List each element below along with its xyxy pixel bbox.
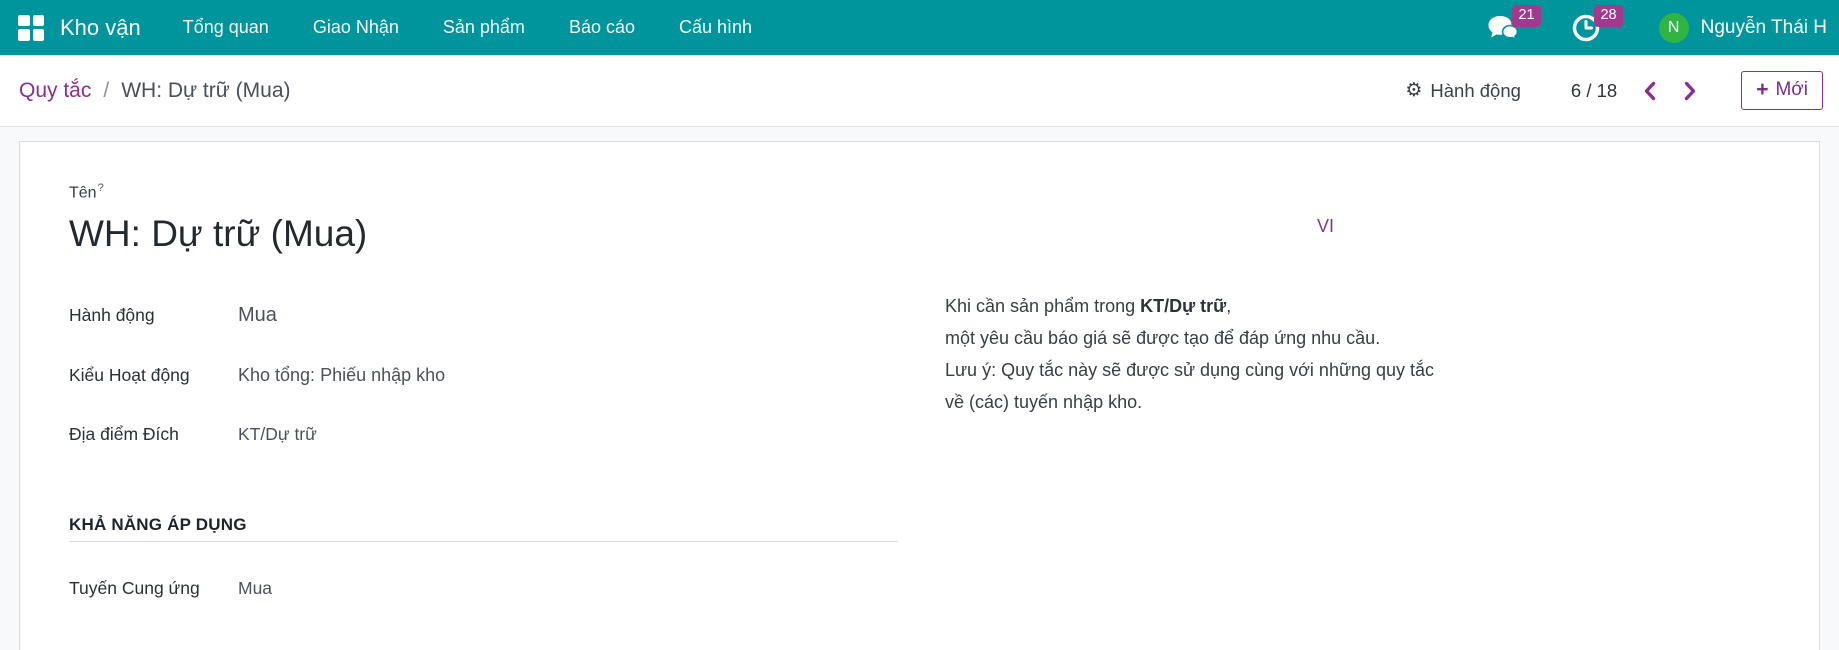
control-panel: Quy tắc / WH: Dự trữ (Mua) ⚙ Hành động 6… bbox=[0, 55, 1839, 127]
rule-description-intro: Khi cần sản phẩm trong KT/Dự trữ, bbox=[945, 296, 1232, 316]
pager-next-icon[interactable] bbox=[1684, 81, 1697, 101]
field-group-left: Hành động Mua Kiểu Hoạt động Kho tổng: P… bbox=[69, 304, 1819, 445]
applicability-section-title: KHẢ NĂNG ÁP DỤNG bbox=[69, 515, 247, 535]
messages-button[interactable]: 21 bbox=[1487, 3, 1541, 52]
user-name: Nguyễn Thái H bbox=[1700, 16, 1827, 38]
name-field-label: Tên? bbox=[69, 182, 104, 202]
field-label-route: Tuyến Cung ứng bbox=[69, 578, 200, 599]
activities-badge: 28 bbox=[1594, 5, 1623, 27]
rule-description-note-line2: về (các) tuyến nhập kho. bbox=[945, 392, 1143, 412]
breadcrumb: Quy tắc / WH: Dự trữ (Mua) bbox=[19, 79, 291, 103]
menu-item-bao-cao[interactable]: Báo cáo bbox=[569, 17, 635, 38]
activities-button[interactable]: 28 bbox=[1571, 3, 1623, 52]
field-value-destination-location[interactable]: KT/Dự trữ bbox=[238, 424, 317, 445]
plus-icon: + bbox=[1756, 77, 1769, 101]
menu-item-cau-hinh[interactable]: Cấu hình bbox=[679, 17, 752, 38]
menu-item-giao-nhan[interactable]: Giao Nhận bbox=[313, 17, 399, 38]
menu-item-san-pham[interactable]: Sản phẩm bbox=[443, 17, 525, 38]
field-value-operation-type[interactable]: Kho tổng: Phiếu nhập kho bbox=[238, 365, 445, 386]
content-area: Tên? WH: Dự trữ (Mua) Hành động Mua Kiểu… bbox=[0, 127, 1839, 650]
field-label-operation-type: Kiểu Hoạt động bbox=[69, 365, 190, 386]
field-row-route: Tuyến Cung ứng Mua bbox=[69, 578, 1819, 599]
help-icon: ? bbox=[97, 182, 104, 194]
gear-icon: ⚙ bbox=[1405, 80, 1423, 101]
field-label-destination-location: Địa điểm Đích bbox=[69, 424, 179, 445]
record-title[interactable]: WH: Dự trữ (Mua) bbox=[69, 212, 1819, 256]
action-menu-button[interactable]: ⚙ Hành động bbox=[1405, 80, 1521, 102]
pager bbox=[1643, 81, 1697, 101]
messages-badge: 21 bbox=[1512, 5, 1541, 27]
systray: 21 28 N Nguyễn Thái H bbox=[1487, 3, 1827, 52]
field-row-operation-type: Kiểu Hoạt động Kho tổng: Phiếu nhập kho bbox=[69, 365, 1819, 386]
breadcrumb-separator: / bbox=[103, 78, 110, 102]
apps-menu-icon[interactable] bbox=[18, 14, 44, 41]
new-record-button[interactable]: + Mới bbox=[1741, 71, 1823, 110]
pager-value[interactable]: 6 / 18 bbox=[1571, 80, 1617, 102]
form-sheet: Tên? WH: Dự trữ (Mua) Hành động Mua Kiểu… bbox=[19, 141, 1820, 650]
action-menu-label: Hành động bbox=[1430, 79, 1521, 101]
user-menu[interactable]: N Nguyễn Thái H bbox=[1658, 12, 1827, 43]
rule-description-line2: một yêu cầu báo giá sẽ được tạo để đáp ứ… bbox=[945, 328, 1381, 348]
main-menu: Tổng quan Giao Nhận Sản phẩm Báo cáo Cấu… bbox=[183, 17, 752, 38]
field-value-action[interactable]: Mua bbox=[238, 304, 277, 327]
app-name[interactable]: Kho vận bbox=[60, 15, 141, 41]
field-value-route[interactable]: Mua bbox=[238, 578, 272, 599]
field-row-action: Hành động Mua bbox=[69, 304, 1819, 327]
menu-item-tong-quan[interactable]: Tổng quan bbox=[183, 17, 269, 38]
rule-description: Khi cần sản phẩm trong KT/Dự trữ, một yê… bbox=[945, 290, 1434, 418]
translation-language-badge[interactable]: VI bbox=[1317, 216, 1334, 237]
rule-description-location-bold: KT/Dự trữ bbox=[1140, 296, 1227, 316]
field-label-action: Hành động bbox=[69, 305, 155, 326]
new-record-button-label: Mới bbox=[1775, 79, 1808, 100]
field-group-applicability: Tuyến Cung ứng Mua bbox=[69, 578, 1819, 599]
top-navbar: Kho vận Tổng quan Giao Nhận Sản phẩm Báo… bbox=[0, 0, 1839, 55]
pager-previous-icon[interactable] bbox=[1643, 81, 1656, 101]
field-row-destination-location: Địa điểm Đích KT/Dự trữ bbox=[69, 424, 1819, 445]
rule-description-note-line1: Lưu ý: Quy tắc này sẽ được sử dụng cùng … bbox=[945, 360, 1435, 380]
breadcrumb-current: WH: Dự trữ (Mua) bbox=[121, 78, 291, 102]
applicability-section-header: KHẢ NĂNG ÁP DỤNG bbox=[69, 515, 898, 543]
breadcrumb-parent-link[interactable]: Quy tắc bbox=[19, 79, 91, 103]
user-avatar: N bbox=[1658, 12, 1689, 43]
